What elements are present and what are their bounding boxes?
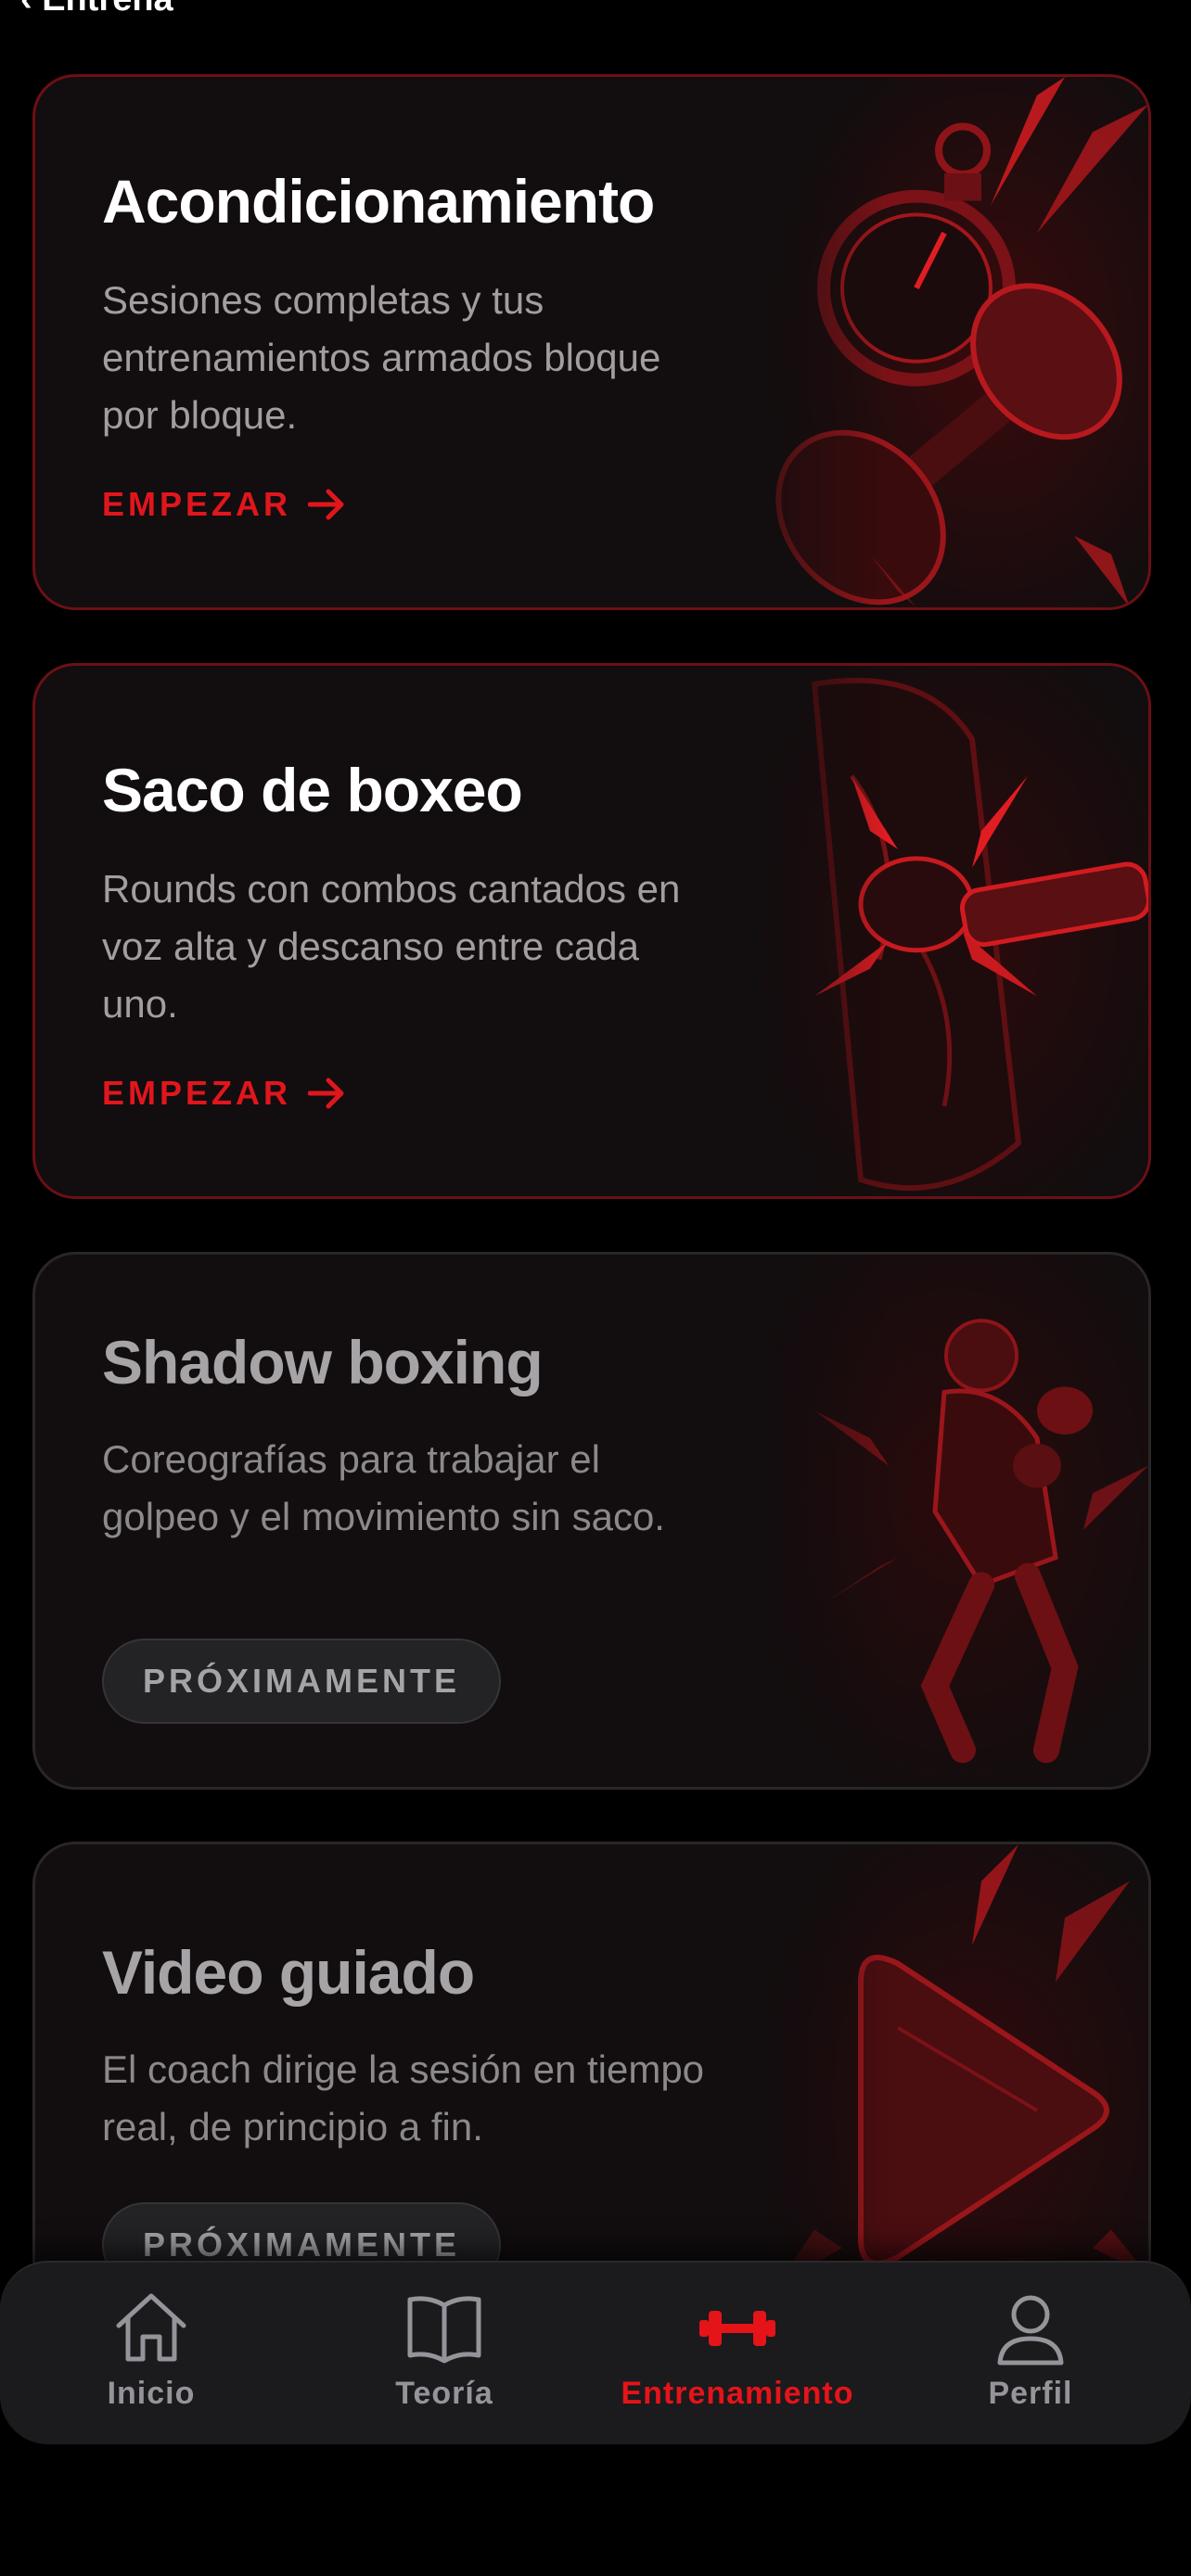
home-icon (116, 2293, 186, 2362)
card-title: Saco de boxeo (102, 756, 523, 824)
arrow-right-icon (308, 489, 344, 520)
card-title: Acondicionamiento (102, 167, 655, 236)
start-label: EMPEZAR (102, 485, 292, 523)
card-title: Video guiado (102, 1938, 475, 2007)
tab-inicio[interactable]: Inicio (31, 2263, 272, 2444)
start-button[interactable]: EMPEZAR (102, 1074, 347, 1113)
tab-label: Perfil (988, 2376, 1073, 2411)
tab-teoria[interactable]: Teoría (324, 2263, 565, 2444)
dumbbell-icon (699, 2311, 775, 2346)
tab-perfil[interactable]: Perfil (910, 2263, 1151, 2444)
card-acondicionamiento[interactable]: Acondicionamiento Sesiones completas y t… (32, 74, 1151, 610)
tab-label: Entrenamiento (621, 2376, 854, 2411)
coming-soon-badge: PRÓXIMAMENTE (102, 1639, 501, 1724)
card-description: Coreografías para trabajar el golpeo y e… (102, 1437, 665, 1538)
tab-entrenamiento[interactable]: Entrenamiento (617, 2263, 858, 2444)
card-title: Shadow boxing (102, 1328, 544, 1396)
card-description: Sesiones completas y tus entrenamientos … (102, 278, 661, 437)
tab-label: Inicio (107, 2376, 196, 2411)
start-button[interactable]: EMPEZAR (102, 485, 347, 524)
tab-bar: Inicio Teoría Entrenamiento Perfil (0, 2261, 1191, 2444)
card-saco-de-boxeo[interactable]: Saco de boxeo Rounds con combos cantados… (32, 663, 1151, 1199)
card-description: Rounds con combos cantados en voz alta y… (102, 867, 681, 1026)
back-link[interactable]: ‹ Entrena (20, 0, 173, 19)
card-description: El coach dirige la sesión en tiempo real… (102, 2047, 705, 2149)
arrow-right-icon (308, 1078, 344, 1109)
person-icon (997, 2295, 1064, 2366)
start-label: EMPEZAR (102, 1074, 292, 1112)
tab-label: Teoría (395, 2376, 493, 2411)
book-icon (407, 2296, 481, 2364)
card-shadow-boxing: Shadow boxing Coreografías para trabajar… (32, 1252, 1151, 1790)
